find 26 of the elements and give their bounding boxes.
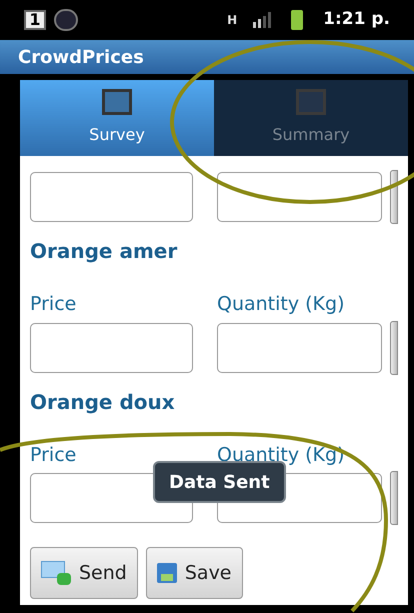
tab[interactable]: Summary xyxy=(214,80,408,156)
price-field[interactable] xyxy=(30,172,193,222)
section-title: Orange amer xyxy=(30,238,178,265)
section-title: Orange doux xyxy=(30,388,176,416)
quantity-field[interactable] xyxy=(217,322,382,372)
tab[interactable]: Survey xyxy=(20,80,214,156)
stepper-button[interactable] xyxy=(390,471,398,525)
stepper-button[interactable] xyxy=(390,320,398,374)
clock: 1:21 p. xyxy=(323,8,390,32)
signal-icon xyxy=(253,12,272,28)
network-type: H xyxy=(227,14,238,26)
price-field[interactable] xyxy=(30,322,193,372)
notification-count: 1 xyxy=(24,10,46,30)
app-title-bar: CrowdPrices xyxy=(0,40,414,74)
field-label: Quantity (Kg) xyxy=(217,293,344,315)
save-button[interactable]: Save xyxy=(146,547,242,599)
data-sent-toast: Data Sent xyxy=(153,461,286,503)
send-button[interactable]: Send xyxy=(30,547,138,599)
camera-icon xyxy=(54,9,78,31)
frame-icon xyxy=(296,89,326,115)
frame-icon xyxy=(102,89,132,115)
stepper-button[interactable] xyxy=(390,170,398,224)
field-label: Price xyxy=(30,293,76,315)
quantity-field[interactable] xyxy=(217,172,382,222)
battery-icon xyxy=(291,10,304,30)
field-label: Price xyxy=(30,444,76,466)
